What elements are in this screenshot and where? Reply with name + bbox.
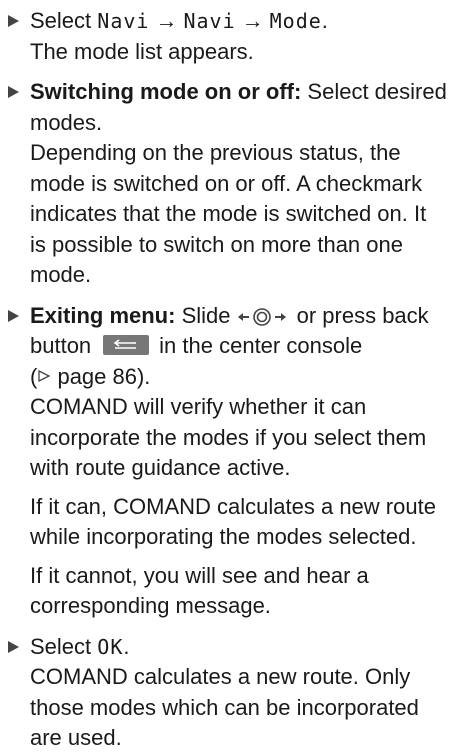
paragraph-line: corresponding message. [30,593,271,618]
step-bullet-icon [8,86,19,98]
select-word: Select [30,633,92,659]
step-text: Slide [175,302,231,328]
paragraph-line: mode is switched on or off. A checkmark [30,170,423,196]
paragraph-line: COMAND will verify whether it can [30,394,367,419]
button-word: button [30,333,92,358]
paragraph-line: are used. [30,725,122,750]
page-ref-text: page 86). [57,363,151,389]
step-bullet-icon [8,309,19,322]
step-heading: Exiting menu: [30,302,176,328]
controller-slide-left-right-icon [237,306,287,328]
page-ref-arrow-icon [38,369,51,382]
manual-page: Select Navi → Navi → Mode. The mode list app… [0,0,464,754]
select-word: Select [30,8,92,33]
period: . [321,8,328,33]
paragraph-line: Depending on the previous status, the [30,140,401,165]
step-result: The mode list appears. [30,38,254,64]
back-button-icon [103,335,150,356]
menu-arrow-icon: → [241,8,264,33]
step-text: Select desired [301,79,447,104]
step-instruction: Select OK. [30,632,464,663]
paragraph-line: with route guidance active. [30,455,291,480]
step-heading: Switching mode on or off: [30,79,302,104]
step-bullet-icon [8,15,19,27]
step-exiting-menu: Exiting menu: Slide or press back button… [8,301,464,622]
period: . [123,633,130,659]
step-text-cont: button in the center console [30,331,464,362]
step-text: or press back [290,302,429,328]
step-instruction: Exiting menu: Slide or press back [30,301,464,332]
paragraph-line: indicates that the mode is switched on. … [30,201,427,226]
step-instruction: Switching mode on or off: Select desired [30,77,464,108]
step-bullet-icon [8,640,19,653]
step-select-mode: Select Navi → Navi → Mode. The mode list app… [8,6,464,67]
paragraph-line: If it can, COMAND calculates a new route [30,493,436,519]
page-reference: ( page 86). [30,363,151,389]
menu-item-navi-sub: Navi [183,9,236,33]
step-switching-mode: Switching mode on or off: Select desired… [8,77,464,291]
paragraph-line: while incorporating the modes selected. [30,524,417,549]
paragraph-line: is possible to switch on more than one [30,231,403,257]
menu-arrow-icon: → [155,8,178,33]
menu-item-navi: Navi [97,9,150,33]
step-text: in the center console [159,333,363,358]
step-select-ok: Select OK. COMAND calculates a new route… [8,632,464,754]
step-text-cont: modes. [30,109,103,135]
menu-item-ok: OK [97,634,124,659]
paragraph-line: COMAND calculates a new route. Only [30,664,411,689]
paragraph-line: mode. [30,262,92,287]
step-instruction: Select Navi → Navi → Mode. [30,6,464,37]
paragraph-line: incorporate the modes if you select them [30,424,427,450]
paragraph-line: If it cannot, you will see and hear a [30,562,369,588]
menu-item-mode: Mode [269,9,322,33]
